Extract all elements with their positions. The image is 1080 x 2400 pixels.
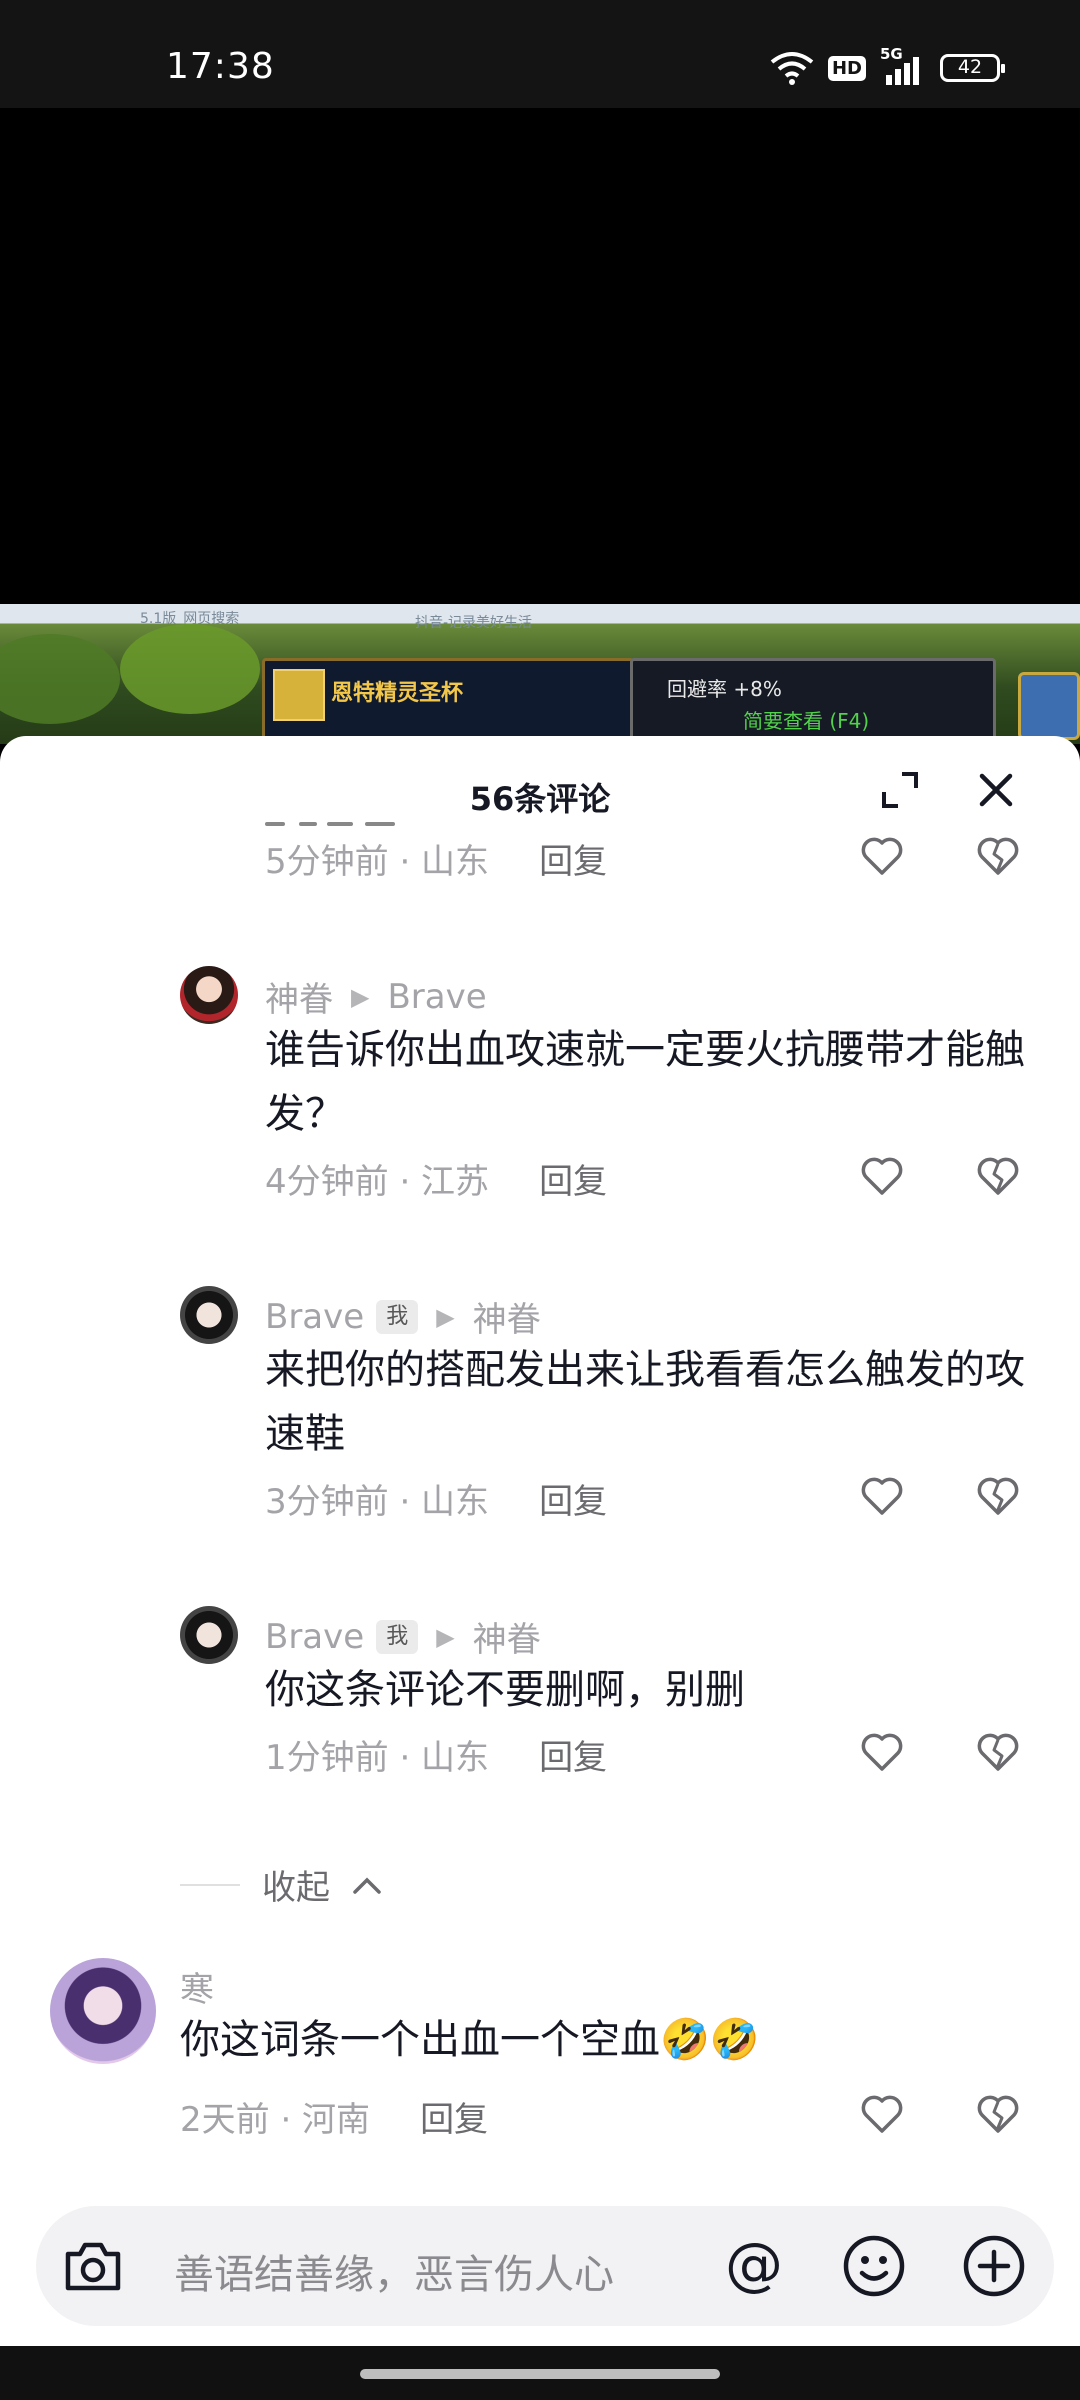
home-indicator[interactable] (360, 2369, 720, 2379)
avatar[interactable] (50, 1958, 156, 2064)
comment-time-location: 5分钟前 · 山东 (265, 842, 490, 882)
chevron-up-icon (353, 1877, 381, 1894)
avatar[interactable] (180, 1286, 238, 1344)
comment-meta-row: 1分钟前 · 山东 回复 (265, 1730, 607, 1779)
comment-time-location: 3分钟前 · 山东 (265, 1482, 490, 1522)
item-tooltip: 恩特精灵圣杯 (262, 658, 634, 744)
reply-arrow-icon: ▶ (351, 982, 370, 1011)
video-player[interactable] (0, 108, 1080, 604)
comment-text: 来把你的搭配发出来让我看看怎么触发的攻速鞋 (265, 1347, 1025, 1457)
game-foliage (0, 634, 120, 724)
reply-target-username[interactable]: 神眷 (473, 1292, 541, 1341)
broken-heart-icon[interactable] (976, 2094, 1020, 2134)
status-time: 17:38 (166, 46, 275, 87)
comment-username[interactable]: 寒 (180, 1962, 214, 2011)
clipped-comment-text (265, 822, 405, 830)
broken-heart-icon[interactable] (976, 1476, 1020, 1516)
hd-badge: HD (827, 55, 866, 81)
comment-time-location: 1分钟前 · 山东 (265, 1738, 490, 1778)
heart-icon[interactable] (860, 2094, 904, 2134)
rofl-emoji: 🤣🤣 (660, 2017, 760, 2063)
stat-line: 回避率 +8% (667, 677, 782, 701)
comment-text: 你这词条一个出血一个空血🤣🤣 (180, 2008, 960, 2072)
comment-text: 你这条评论不要删啊，别删 (265, 1667, 745, 1713)
comment-time-location: 4分钟前 · 江苏 (265, 1162, 490, 1202)
reply-arrow-icon: ▶ (436, 1302, 455, 1331)
stat-tooltip: 回避率 +8% 简要查看 (F4) (630, 658, 996, 744)
comment-sheet: 56条评论 5分钟前 · 山东 回复 神眷 ▶ Brave 谁告诉你出血攻速就一… (0, 736, 1080, 2400)
reply-target-username[interactable]: Brave (387, 977, 486, 1017)
mention-symbol: @ (725, 2232, 783, 2298)
reply-target-username[interactable]: 神眷 (473, 1612, 541, 1661)
comment-author-row: Brave 我 ▶ 神眷 (265, 1612, 541, 1661)
comment-author-row: Brave 我 ▶ 神眷 (265, 1292, 541, 1341)
item-icon (273, 669, 325, 721)
avatar[interactable] (180, 966, 238, 1024)
battery-icon: 42 (940, 54, 1005, 82)
broken-heart-icon[interactable] (976, 836, 1020, 876)
collapse-label: 收起 (262, 1868, 330, 1908)
broken-heart-icon[interactable] (976, 1732, 1020, 1772)
heart-icon[interactable] (860, 836, 904, 876)
plus-icon[interactable] (960, 2232, 1028, 2300)
heart-icon[interactable] (860, 1476, 904, 1516)
game-foliage (120, 624, 260, 714)
comment-time-location: 2天前 · 河南 (180, 2100, 371, 2140)
reply-button[interactable]: 回复 (539, 1154, 607, 1203)
close-icon[interactable] (976, 770, 1016, 810)
cellular-signal-icon: 5G (880, 45, 926, 85)
me-badge: 我 (376, 1299, 419, 1334)
me-badge: 我 (376, 1619, 419, 1654)
comment-meta-row: 4分钟前 · 江苏 回复 (265, 1154, 607, 1203)
camera-icon[interactable] (62, 2236, 124, 2296)
browser-tab-2: 抖音-记录美好生活 (415, 615, 533, 631)
battery-level: 42 (957, 56, 983, 78)
broken-heart-icon[interactable] (976, 1156, 1020, 1196)
comment-text-content: 你这词条一个出血一个空血 (180, 2017, 660, 2063)
reply-arrow-icon: ▶ (436, 1622, 455, 1651)
wifi-icon (770, 52, 814, 85)
stat-hint: 简要查看 (F4) (743, 709, 870, 733)
avatar[interactable] (180, 1606, 238, 1664)
expand-icon[interactable] (880, 770, 920, 810)
comment-author-row: 神眷 ▶ Brave (265, 972, 487, 1021)
collapse-replies-button[interactable]: 收起 (180, 1860, 382, 1909)
game-item-icon (1018, 672, 1080, 740)
comment-text: 谁告诉你出血攻速就一定要火抗腰带才能触发？ (265, 1027, 1025, 1137)
comment-meta-row: 2天前 · 河南 回复 (180, 2092, 488, 2141)
reply-button[interactable]: 回复 (539, 1474, 607, 1523)
reply-button[interactable]: 回复 (539, 1730, 607, 1779)
comment-username[interactable]: Brave (265, 1297, 364, 1337)
comment-meta-row: 3分钟前 · 山东 回复 (265, 1474, 607, 1523)
browser-tabs: 5.1版_网页搜索 抖音-记录美好生活 (0, 604, 1080, 631)
status-bar: 17:38 HD 5G 42 (0, 0, 1080, 108)
sheet-header: 56条评论 (0, 736, 1080, 828)
mention-icon[interactable]: @ (720, 2232, 788, 2300)
comment-username[interactable]: Brave (265, 1617, 364, 1657)
smile-icon[interactable] (840, 2232, 908, 2300)
reply-button[interactable]: 回复 (420, 2092, 488, 2141)
reply-button[interactable]: 回复 (539, 834, 607, 883)
comment-author-row: 寒 (180, 1962, 214, 2011)
status-icons: HD 5G 42 (770, 45, 1005, 86)
heart-icon[interactable] (860, 1732, 904, 1772)
video-frame: 5.1版_网页搜索 抖音-记录美好生活 恩特精灵圣杯 回避率 +8% 简要查看 … (0, 604, 1080, 744)
divider-line (180, 1883, 240, 1886)
comment-input[interactable]: 善语结善缘，恶言伤人心 (174, 2242, 614, 2300)
item-name: 恩特精灵圣杯 (331, 681, 464, 706)
comment-username[interactable]: 神眷 (265, 972, 333, 1021)
comment-input-bar: 善语结善缘，恶言伤人心 @ (36, 2206, 1054, 2326)
comment-meta-row: 5分钟前 · 山东 回复 (265, 834, 607, 883)
heart-icon[interactable] (860, 1156, 904, 1196)
